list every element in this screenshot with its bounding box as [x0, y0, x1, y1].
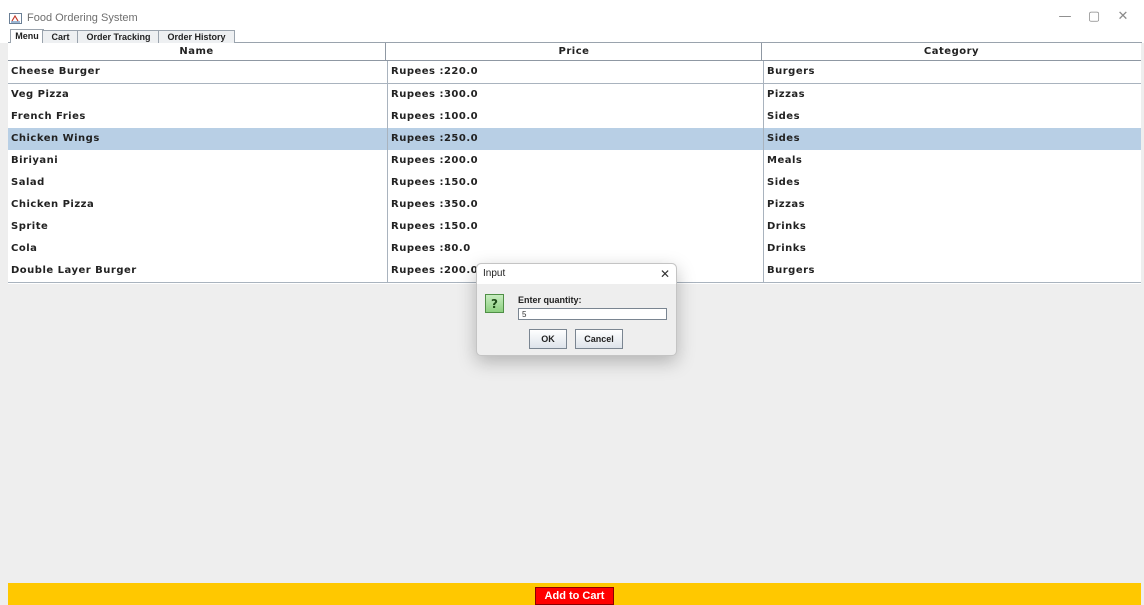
java-app-icon	[9, 13, 22, 24]
dialog-title-bar: Input ✕	[477, 264, 676, 284]
cell-name: French Fries	[11, 111, 86, 122]
quantity-input-dialog: Input ✕ ? Enter quantity: OK Cancel	[476, 263, 677, 356]
tab-cart[interactable]: Cart	[42, 30, 79, 43]
cell-category: Sides	[763, 106, 1142, 128]
tab-order-history[interactable]: Order History	[158, 30, 235, 43]
table-row-selected[interactable]: Chicken Wings Rupees :250.0 Sides	[8, 128, 1141, 151]
tab-order-tracking[interactable]: Order Tracking	[77, 30, 160, 43]
add-to-cart-button[interactable]: Add to Cart	[535, 587, 614, 605]
title-bar: Food Ordering System — ▢ ✕	[0, 0, 1144, 28]
cell-price: Rupees :220.0	[387, 61, 761, 83]
cell-name: Sprite	[11, 221, 49, 232]
app-window: Food Ordering System — ▢ ✕ Menu Cart Ord…	[0, 0, 1144, 605]
cell-price: Rupees :150.0	[387, 172, 761, 194]
minimize-button[interactable]: —	[1054, 9, 1076, 25]
cell-price: Rupees :150.0	[387, 216, 761, 238]
cell-price: Rupees :250.0	[387, 128, 761, 150]
cell-price: Rupees :100.0	[387, 106, 761, 128]
quantity-input[interactable]	[518, 308, 667, 320]
table-row[interactable]: Biriyani Rupees :200.0 Meals	[8, 150, 1141, 173]
cell-category: Pizzas	[763, 84, 1142, 106]
quantity-prompt-label: Enter quantity:	[518, 295, 582, 305]
table-row[interactable]: Chicken Pizza Rupees :350.0 Pizzas	[8, 194, 1141, 217]
cell-name: Chicken Pizza	[11, 199, 95, 210]
cell-category: Burgers	[763, 260, 1142, 282]
cell-name: Veg Pizza	[11, 89, 70, 100]
dialog-title: Input	[483, 268, 506, 279]
table-row[interactable]: Veg Pizza Rupees :300.0 Pizzas	[8, 84, 1141, 107]
cell-category: Drinks	[763, 238, 1142, 260]
cell-price: Rupees :350.0	[387, 194, 761, 216]
cell-category: Burgers	[763, 61, 1142, 83]
action-bar: Add to Cart	[8, 583, 1141, 605]
table-row[interactable]: French Fries Rupees :100.0 Sides	[8, 106, 1141, 129]
cell-price: Rupees :80.0	[387, 238, 761, 260]
maximize-button[interactable]: ▢	[1083, 9, 1105, 25]
table-header: Name Price Category	[8, 43, 1141, 61]
cell-category: Pizzas	[763, 194, 1142, 216]
cell-name: Biriyani	[11, 155, 59, 166]
cell-category: Sides	[763, 172, 1142, 194]
cell-category: Meals	[763, 150, 1142, 172]
cancel-button[interactable]: Cancel	[575, 329, 623, 349]
tab-menu[interactable]: Menu	[10, 29, 44, 43]
cell-name: Cola	[11, 243, 38, 254]
cell-price: Rupees :200.0	[387, 150, 761, 172]
close-window-button[interactable]: ✕	[1112, 9, 1134, 25]
question-icon: ?	[485, 294, 504, 313]
column-header-name[interactable]: Name	[8, 43, 385, 60]
ok-button[interactable]: OK	[529, 329, 567, 349]
dialog-close-icon[interactable]: ✕	[657, 266, 673, 282]
cell-name: Salad	[11, 177, 45, 188]
window-title: Food Ordering System	[27, 12, 138, 24]
column-header-price[interactable]: Price	[385, 43, 762, 60]
table-row[interactable]: Sprite Rupees :150.0 Drinks	[8, 216, 1141, 239]
cell-name: Double Layer Burger	[11, 265, 137, 276]
table-row[interactable]: Cheese Burger Rupees :220.0 Burgers	[8, 61, 1141, 84]
table-row[interactable]: Cola Rupees :80.0 Drinks	[8, 238, 1141, 261]
cell-category: Drinks	[763, 216, 1142, 238]
cell-category: Sides	[763, 128, 1142, 150]
table-row[interactable]: Salad Rupees :150.0 Sides	[8, 172, 1141, 195]
column-header-category[interactable]: Category	[761, 43, 1141, 60]
cell-name: Cheese Burger	[11, 66, 101, 77]
cell-name: Chicken Wings	[11, 133, 100, 144]
cell-price: Rupees :300.0	[387, 84, 761, 106]
menu-table: Name Price Category Cheese Burger Rupees…	[8, 43, 1141, 284]
